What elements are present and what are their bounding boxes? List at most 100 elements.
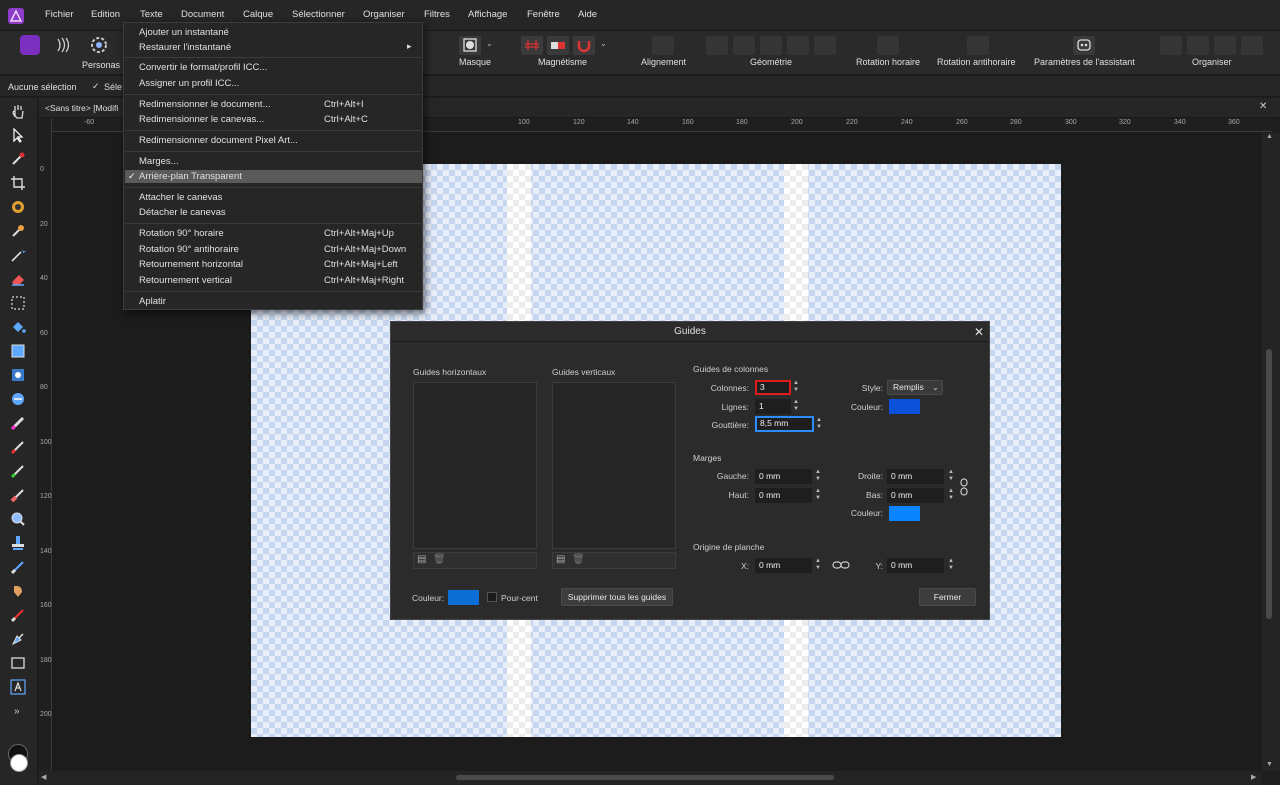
guide-color-swatch[interactable]	[448, 590, 479, 605]
droite-stepper-icon[interactable]: ▲ ▼	[947, 469, 955, 484]
mask-button[interactable]	[459, 36, 481, 55]
document-close-icon[interactable]: ✕	[1259, 101, 1267, 112]
dodge-tool-icon[interactable]	[9, 414, 27, 432]
zoom-tool-icon[interactable]	[9, 510, 27, 528]
arrange-back-button[interactable]	[1160, 36, 1182, 55]
magic-wand-tool-icon[interactable]	[9, 246, 27, 264]
rotate-counterclockwise-button[interactable]	[967, 36, 989, 55]
geometry-intersect-button[interactable]	[760, 36, 782, 55]
colonnes-input[interactable]: 3	[755, 380, 791, 395]
geometry-divide-button[interactable]	[814, 36, 836, 55]
snapping-toggle-button[interactable]	[547, 36, 569, 55]
link-margins-icon[interactable]	[959, 477, 969, 497]
clone-tool-icon[interactable]	[9, 390, 27, 408]
fill-tool-icon[interactable]	[9, 318, 27, 336]
lignes-input[interactable]: 1	[755, 399, 791, 414]
dialog-close-icon[interactable]: ✕	[974, 325, 984, 339]
haut-input[interactable]: 0 mm	[755, 488, 812, 503]
delete-all-guides-button[interactable]: Supprimer tous les guides	[561, 588, 673, 606]
gradient-tool-icon[interactable]	[9, 366, 27, 384]
menu-fenetre[interactable]: Fenêtre	[527, 9, 560, 20]
menu-item-retournement-horizontal[interactable]: Retournement horizontal	[139, 259, 243, 270]
menu-item-arriere-plan-transparent[interactable]: Arrière-plan Transparent	[139, 171, 242, 182]
alignment-button[interactable]	[652, 36, 674, 55]
haut-stepper-icon[interactable]: ▲ ▼	[814, 488, 822, 503]
stamp-tool-icon[interactable]	[9, 534, 27, 552]
menu-item-redimensionner-document[interactable]: Redimensionner le document...	[139, 99, 271, 110]
crop-tool-icon[interactable]	[9, 174, 27, 192]
flood-select-tool-icon[interactable]	[9, 222, 27, 240]
vertical-guides-list[interactable]	[552, 382, 676, 549]
menu-calque[interactable]: Calque	[243, 9, 273, 20]
menu-item-restaurer-instantane[interactable]: Restaurer l'instantané	[139, 42, 231, 53]
menu-organiser[interactable]: Organiser	[363, 9, 405, 20]
lignes-stepper-icon[interactable]: ▲ ▼	[792, 399, 800, 414]
menu-filtres[interactable]: Filtres	[424, 9, 450, 20]
arrange-forward-button[interactable]	[1214, 36, 1236, 55]
hand-tool-icon[interactable]	[9, 102, 27, 120]
document-tab-title[interactable]: <Sans titre> [Modifi	[45, 103, 118, 113]
geometry-xor-button[interactable]	[787, 36, 809, 55]
menu-selectionner[interactable]: Sélectionner	[292, 9, 345, 20]
column-color-swatch[interactable]	[889, 399, 920, 414]
more-tools-chevron-icon[interactable]: »	[14, 706, 20, 717]
origin-x-stepper-icon[interactable]: ▲ ▼	[814, 558, 822, 573]
arrange-front-button[interactable]	[1241, 36, 1263, 55]
horizontal-guides-list[interactable]	[413, 382, 537, 549]
red-eye-tool-icon[interactable]	[9, 606, 27, 624]
menu-item-detacher-canevas[interactable]: Détacher le canevas	[139, 207, 226, 218]
scroll-right-icon[interactable]: ▶	[1251, 773, 1256, 781]
menu-item-rotation-horaire[interactable]: Rotation 90° horaire	[139, 228, 224, 239]
menu-item-marges[interactable]: Marges...	[139, 156, 179, 167]
menu-aide[interactable]: Aide	[578, 9, 597, 20]
burn-tool-icon[interactable]	[9, 582, 27, 600]
droite-input[interactable]: 0 mm	[887, 469, 944, 484]
paint-brush-tool-icon[interactable]	[9, 438, 27, 456]
delete-guide-icon[interactable]: 🗑	[572, 554, 585, 565]
add-guide-icon[interactable]: ▤	[417, 554, 426, 565]
develop-persona-icon[interactable]	[89, 35, 109, 55]
smudge-tool-icon[interactable]	[9, 558, 27, 576]
menu-edition[interactable]: Edition	[91, 9, 120, 20]
selection-brush-tool-icon[interactable]	[9, 198, 27, 216]
menu-item-redimensionner-canevas[interactable]: Redimensionner le canevas...	[139, 114, 264, 125]
geometry-add-button[interactable]	[706, 36, 728, 55]
snapping-grid-button[interactable]	[521, 36, 543, 55]
eraser-tool-icon[interactable]	[9, 270, 27, 288]
pen-tool-icon[interactable]	[9, 630, 27, 648]
mask-dropdown-chevron-icon[interactable]: ⌄	[486, 39, 493, 48]
origin-y-stepper-icon[interactable]: ▲ ▼	[947, 558, 955, 573]
liquify-persona-icon[interactable]	[53, 35, 75, 55]
arrange-backward-button[interactable]	[1187, 36, 1209, 55]
menu-document[interactable]: Document	[181, 9, 224, 20]
origin-x-input[interactable]: 0 mm	[755, 558, 812, 573]
menu-item-rotation-antihoraire[interactable]: Rotation 90° antihoraire	[139, 244, 239, 255]
primary-color-swatch[interactable]	[10, 754, 28, 772]
gauche-stepper-icon[interactable]: ▲ ▼	[814, 469, 822, 484]
menu-fichier[interactable]: Fichier	[45, 9, 74, 20]
pixel-brush-tool-icon[interactable]	[9, 462, 27, 480]
menu-item-retournement-vertical[interactable]: Retournement vertical	[139, 275, 232, 286]
gouttiere-stepper-icon[interactable]: ▲ ▼	[815, 417, 823, 432]
margin-color-swatch[interactable]	[889, 506, 920, 521]
bas-stepper-icon[interactable]: ▲ ▼	[947, 488, 955, 503]
color-picker-tool-icon[interactable]	[9, 150, 27, 168]
rectangle-shape-tool-icon[interactable]	[9, 342, 27, 360]
scroll-left-icon[interactable]: ◀	[41, 773, 46, 781]
close-button[interactable]: Fermer	[919, 588, 976, 606]
pourcent-checkbox[interactable]	[487, 592, 497, 602]
gouttiere-input[interactable]: 8,5 mm	[755, 416, 814, 432]
magnet-icon[interactable]	[573, 36, 595, 55]
assistant-robot-icon[interactable]	[1073, 36, 1095, 55]
menu-item-redimensionner-pixel-art[interactable]: Redimensionner document Pixel Art...	[139, 135, 298, 146]
add-guide-icon[interactable]: ▤	[556, 554, 565, 565]
geometry-subtract-button[interactable]	[733, 36, 755, 55]
delete-guide-icon[interactable]: 🗑	[433, 554, 446, 565]
menu-item-assigner-icc[interactable]: Assigner un profil ICC...	[139, 78, 239, 89]
text-tool-icon[interactable]	[9, 678, 27, 696]
colonnes-stepper-icon[interactable]: ▲ ▼	[792, 380, 800, 395]
gauche-input[interactable]: 0 mm	[755, 469, 812, 484]
select-checkbox[interactable]: ✓	[92, 81, 100, 92]
menu-item-convertir-icc[interactable]: Convertir le format/profil ICC...	[139, 62, 267, 73]
menu-item-ajouter-instantane[interactable]: Ajouter un instantané	[139, 27, 229, 38]
